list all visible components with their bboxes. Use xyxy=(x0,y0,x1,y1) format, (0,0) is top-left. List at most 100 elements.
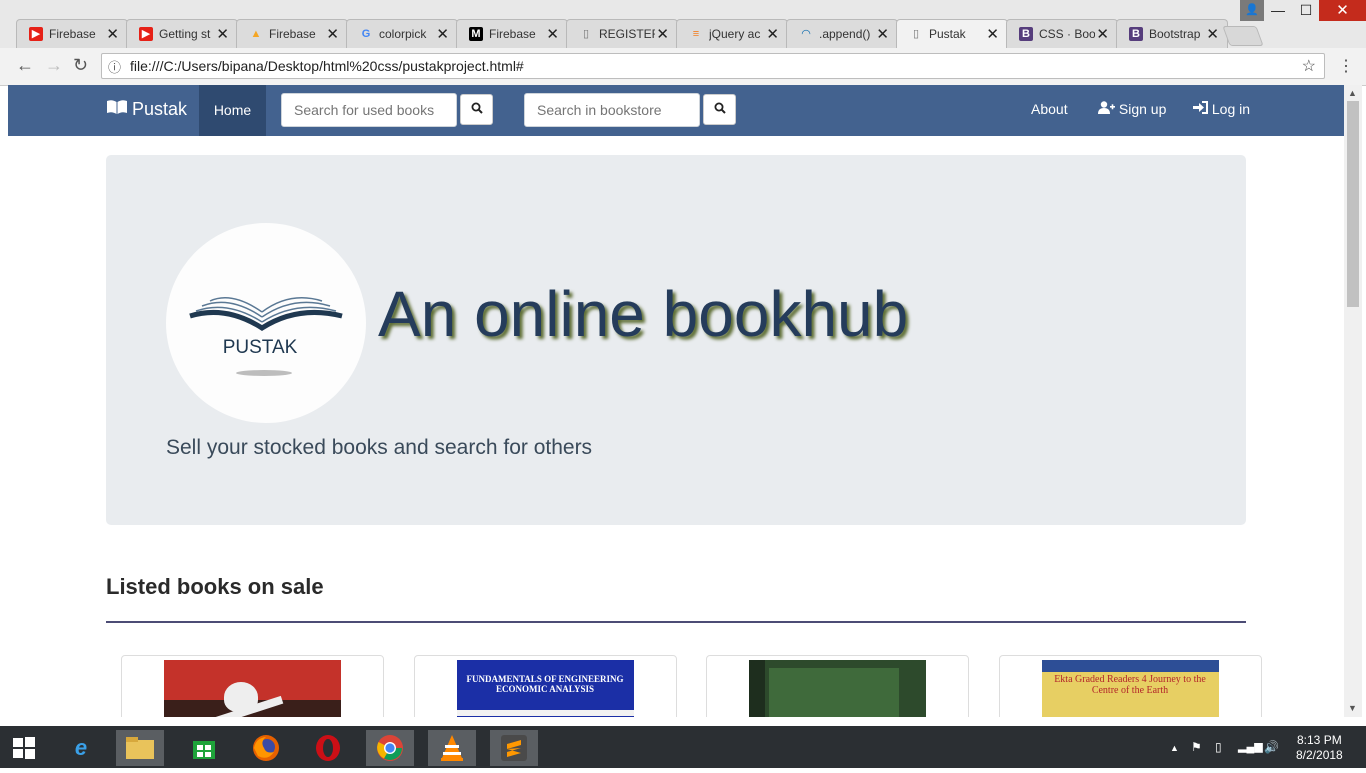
book-card[interactable]: FUNDAMENTALS OF ENGINEERING ECONOMIC ANA… xyxy=(414,655,677,717)
close-tab-icon[interactable]: ✕ xyxy=(876,25,889,43)
file-explorer-icon[interactable] xyxy=(116,730,164,766)
close-tab-icon[interactable]: ✕ xyxy=(216,25,229,43)
close-tab-icon[interactable]: ✕ xyxy=(546,25,559,43)
bootstrap-icon: B xyxy=(1129,27,1143,41)
network-signal-icon[interactable]: ▂▄▆ xyxy=(1238,740,1263,753)
scroll-down-arrow-icon[interactable]: ▼ xyxy=(1348,703,1357,713)
book-cover-image: Ekta Graded Readers 4 Journey to the Cen… xyxy=(1042,660,1219,717)
browser-tab-active[interactable]: ▯ Pustak ✕ xyxy=(896,19,1008,48)
page-icon: ▯ xyxy=(582,28,590,40)
forward-icon[interactable]: → xyxy=(45,55,63,76)
action-flag-icon[interactable]: ⚑ xyxy=(1191,740,1202,754)
bootstrap-icon: B xyxy=(1019,27,1033,41)
new-tab-button[interactable] xyxy=(1222,26,1264,46)
sublime-text-icon[interactable] xyxy=(490,730,538,766)
store-icon[interactable] xyxy=(180,730,228,766)
page-icon: ▯ xyxy=(912,28,920,40)
browser-tab[interactable]: ▲ Firebase ✕ xyxy=(236,19,348,48)
signup-label: Sign up xyxy=(1118,101,1167,117)
browser-tab[interactable]: M Firebase ✕ xyxy=(456,19,568,48)
close-tab-icon[interactable]: ✕ xyxy=(326,25,339,43)
jquery-icon: ◠ xyxy=(801,28,811,40)
clock-time: 8:13 PM xyxy=(1297,733,1342,747)
maximize-icon[interactable]: ☐ xyxy=(1292,0,1320,21)
browser-tab[interactable]: G colorpick ✕ xyxy=(346,19,458,48)
nav-signup-link[interactable]: Sign up xyxy=(1098,101,1166,117)
browser-menu-icon[interactable]: ⋮ xyxy=(1338,56,1354,76)
logo-text: PUSTAK xyxy=(222,337,298,358)
brand-link[interactable]: Pustak xyxy=(106,99,187,120)
scroll-up-arrow-icon[interactable]: ▲ xyxy=(1348,88,1357,98)
browser-toolbar: ← → ↻ ⓘ ☆ ⋮ xyxy=(0,48,1366,86)
nav-login-link[interactable]: Log in xyxy=(1193,101,1250,117)
window-close-icon[interactable]: ✕ xyxy=(1319,0,1366,21)
book-cover-image xyxy=(164,660,341,717)
url-input[interactable] xyxy=(128,57,1282,75)
youtube-icon: ▶ xyxy=(29,27,43,41)
info-icon[interactable]: ⓘ xyxy=(108,57,121,76)
search-bookstore-button[interactable] xyxy=(703,94,736,125)
google-icon: G xyxy=(361,28,371,40)
pustak-logo: PUSTAK xyxy=(166,223,366,423)
battery-icon[interactable]: ▯ xyxy=(1215,740,1222,754)
browser-tab[interactable]: B Bootstrap ✕ xyxy=(1116,19,1228,48)
browser-tab[interactable]: ≡ jQuery ac ✕ xyxy=(676,19,788,48)
site-navbar: Pustak Home About Sign up Log in xyxy=(8,85,1344,136)
listing-title: Listed books on sale xyxy=(106,574,324,599)
section-divider xyxy=(106,621,1246,623)
firebase-icon: ▲ xyxy=(250,28,262,40)
nav-about-link[interactable]: About xyxy=(1031,101,1068,117)
taskbar-clock[interactable]: 8:13 PM 8/2/2018 xyxy=(1296,733,1343,763)
reload-icon[interactable]: ↻ xyxy=(73,55,88,76)
close-tab-icon[interactable]: ✕ xyxy=(436,25,449,43)
browser-tab[interactable]: ▶ Getting st ✕ xyxy=(126,19,238,48)
tray-chevron-up-icon[interactable]: ▲ xyxy=(1170,743,1179,753)
book-cover-image xyxy=(749,660,926,717)
login-label: Log in xyxy=(1211,101,1251,117)
browser-tab[interactable]: ▯ REGISTER ✕ xyxy=(566,19,678,48)
search-bookstore-input[interactable] xyxy=(524,93,700,127)
search-icon xyxy=(471,102,483,117)
search-used-books-button[interactable] xyxy=(460,94,493,125)
internet-explorer-icon[interactable]: e xyxy=(57,730,105,766)
back-icon[interactable]: ← xyxy=(16,55,34,76)
open-book-icon xyxy=(106,99,128,120)
close-tab-icon[interactable]: ✕ xyxy=(656,25,669,43)
close-tab-icon[interactable]: ✕ xyxy=(986,25,999,43)
nav-home-link[interactable]: Home xyxy=(199,85,266,136)
windows-start-icon[interactable] xyxy=(0,730,48,766)
close-tab-icon[interactable]: ✕ xyxy=(106,25,119,43)
close-tab-icon[interactable]: ✕ xyxy=(1206,25,1219,43)
brand-name: Pustak xyxy=(132,99,188,119)
search-icon xyxy=(714,102,726,117)
hero-jumbotron: PUSTAK An online bookhub Sell your stock… xyxy=(106,155,1246,525)
browser-tab[interactable]: ▶ Firebase ✕ xyxy=(16,19,128,48)
bookmark-star-icon[interactable]: ☆ xyxy=(1302,56,1316,76)
minimize-icon[interactable]: — xyxy=(1264,0,1292,21)
browser-tab[interactable]: B CSS · Boo ✕ xyxy=(1006,19,1118,48)
chrome-icon[interactable] xyxy=(366,730,414,766)
sign-in-icon xyxy=(1193,101,1212,117)
hero-lead: Sell your stocked books and search for o… xyxy=(166,436,593,459)
search-used-books-input[interactable] xyxy=(281,93,457,127)
youtube-icon: ▶ xyxy=(139,27,153,41)
scrollbar-thumb[interactable] xyxy=(1347,101,1359,307)
user-plus-icon xyxy=(1098,101,1119,117)
page-scrollbar[interactable]: ▲ ▼ xyxy=(1344,85,1362,717)
address-bar[interactable]: ⓘ ☆ xyxy=(101,53,1325,79)
browser-tab[interactable]: ◠ .append() ✕ xyxy=(786,19,898,48)
page-viewport: Pustak Home About Sign up Log in xyxy=(8,85,1344,717)
windows-taskbar: e ▲ ⚑ ▯ ▂▄▆ 🔊 8:13 PM 8/2/2018 xyxy=(0,726,1366,768)
book-card[interactable]: Ekta Graded Readers 4 Journey to the Cen… xyxy=(999,655,1262,717)
firefox-icon[interactable] xyxy=(242,730,290,766)
vlc-icon[interactable] xyxy=(428,730,476,766)
opera-icon[interactable] xyxy=(304,730,352,766)
book-card[interactable] xyxy=(706,655,969,717)
book-card[interactable] xyxy=(121,655,384,717)
close-tab-icon[interactable]: ✕ xyxy=(1096,25,1109,43)
medium-icon: M xyxy=(469,27,483,41)
profile-icon[interactable]: 👤 xyxy=(1240,0,1264,21)
stackoverflow-icon: ≡ xyxy=(692,28,700,40)
volume-icon[interactable]: 🔊 xyxy=(1264,740,1279,754)
close-tab-icon[interactable]: ✕ xyxy=(766,25,779,43)
